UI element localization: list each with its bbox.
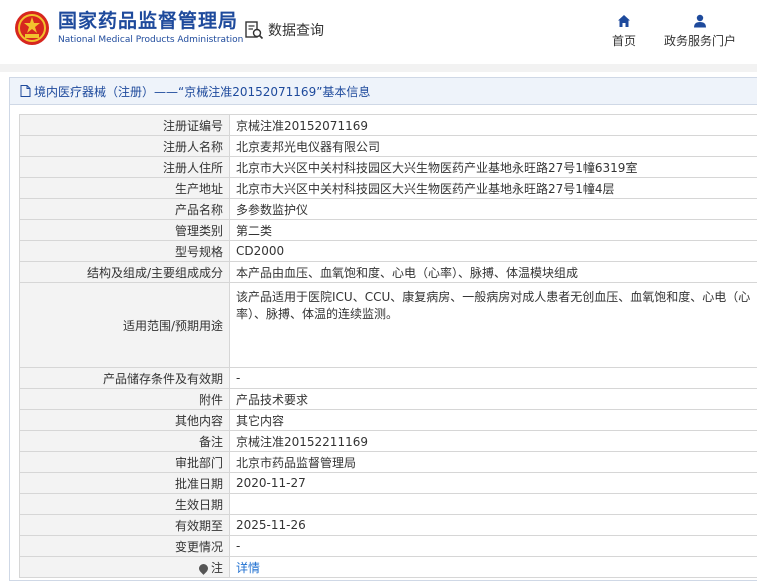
row-label: 附件 bbox=[19, 388, 230, 410]
logo-title-cn: 国家药品监督管理局 bbox=[58, 10, 239, 32]
nav-service-label: 政务服务门户 bbox=[663, 34, 736, 48]
table-row: 生效日期 bbox=[19, 493, 757, 515]
row-label: 有效期至 bbox=[19, 514, 230, 536]
table-row: 注 详情 bbox=[19, 556, 757, 578]
table-row: 变更情况 - bbox=[19, 535, 757, 557]
panel-title: 境内医疗器械（注册）——“京械注准20152071169”基本信息 bbox=[34, 84, 371, 99]
row-value: 北京市大兴区中关村科技园区大兴生物医药产业基地永旺路27号1幢4层 bbox=[229, 177, 757, 199]
row-value: 产品技术要求 bbox=[229, 388, 757, 410]
row-value: 北京市大兴区中关村科技园区大兴生物医药产业基地永旺路27号1幢6319室 bbox=[229, 156, 757, 178]
row-value: 京械注准20152071169 bbox=[229, 114, 757, 136]
row-label: 管理类别 bbox=[19, 219, 230, 241]
row-label: 备注 bbox=[19, 430, 230, 452]
row-label: 批准日期 bbox=[19, 472, 230, 494]
row-label: 生效日期 bbox=[19, 493, 230, 515]
row-value: 北京麦邦光电仪器有限公司 bbox=[229, 135, 757, 157]
row-label: 适用范围/预期用途 bbox=[19, 282, 230, 368]
row-value: - bbox=[229, 535, 757, 557]
document-search-icon bbox=[245, 21, 264, 40]
details-link[interactable]: 详情 bbox=[236, 561, 260, 575]
logo-title-en: National Medical Products Administration bbox=[58, 35, 244, 45]
row-value: 2025-11-26 bbox=[229, 514, 757, 536]
row-label: 其他内容 bbox=[19, 409, 230, 431]
table-row: 生产地址 北京市大兴区中关村科技园区大兴生物医药产业基地永旺路27号1幢4层 bbox=[19, 177, 757, 199]
table-row: 结构及组成/主要组成成分 本产品由血压、血氧饱和度、心电（心率）、脉搏、体温模块组… bbox=[19, 261, 757, 283]
table-row: 注册人住所 北京市大兴区中关村科技园区大兴生物医药产业基地永旺路27号1幢6319… bbox=[19, 156, 757, 178]
row-value: 2020-11-27 bbox=[229, 472, 757, 494]
table-row: 产品名称 多参数监护仪 bbox=[19, 198, 757, 220]
document-icon bbox=[20, 85, 31, 97]
row-label: 审批部门 bbox=[19, 451, 230, 473]
table-row: 注册证编号 京械注准20152071169 bbox=[19, 114, 757, 136]
note-value-cell: 详情 bbox=[229, 556, 757, 578]
row-value: 京械注准20152211169 bbox=[229, 430, 757, 452]
row-value: 第二类 bbox=[229, 219, 757, 241]
row-label: 产品名称 bbox=[19, 198, 230, 220]
table-row: 管理类别 第二类 bbox=[19, 219, 757, 241]
site-logo[interactable]: 国家药品监督管理局 National Medical Products Admi… bbox=[14, 10, 243, 46]
data-query-link[interactable]: 数据查询 bbox=[244, 20, 324, 40]
table-row: 备注 京械注准20152211169 bbox=[19, 430, 757, 452]
table-row: 其他内容 其它内容 bbox=[19, 409, 757, 431]
table-row: 有效期至 2025-11-26 bbox=[19, 514, 757, 536]
row-label: 型号规格 bbox=[19, 240, 230, 262]
table-row: 批准日期 2020-11-27 bbox=[19, 472, 757, 494]
nav-home-label: 首页 bbox=[611, 34, 636, 48]
national-emblem-icon bbox=[15, 11, 49, 45]
row-label: 结构及组成/主要组成成分 bbox=[19, 261, 230, 283]
row-label: 注册人住所 bbox=[19, 156, 230, 178]
row-value bbox=[229, 493, 757, 515]
row-value: 该产品适用于医院ICU、CCU、康复病房、一般病房对成人患者无创血压、血氧饱和度… bbox=[229, 282, 757, 368]
home-icon bbox=[618, 15, 630, 27]
note-label-cell: 注 bbox=[19, 556, 230, 578]
header-divider bbox=[0, 64, 757, 72]
table-row: 附件 产品技术要求 bbox=[19, 388, 757, 410]
row-value: 其它内容 bbox=[229, 409, 757, 431]
data-query-label: 数据查询 bbox=[268, 23, 324, 39]
row-label: 产品储存条件及有效期 bbox=[19, 367, 230, 389]
map-pin-icon bbox=[197, 561, 210, 575]
table-row: 注册人名称 北京麦邦光电仪器有限公司 bbox=[19, 135, 757, 157]
row-label: 生产地址 bbox=[19, 177, 230, 199]
table-row: 型号规格 CD2000 bbox=[19, 240, 757, 262]
row-value: 多参数监护仪 bbox=[229, 198, 757, 220]
row-value: CD2000 bbox=[229, 240, 757, 262]
table-row: 产品储存条件及有效期 - bbox=[19, 367, 757, 389]
device-info-table: 注册证编号 京械注准20152071169 注册人名称 北京麦邦光电仪器有限公司 注… bbox=[19, 114, 757, 578]
row-label: 变更情况 bbox=[19, 535, 230, 557]
row-value: - bbox=[229, 367, 757, 389]
nav-home[interactable]: 首页 bbox=[606, 14, 642, 49]
table-row: 适用范围/预期用途 该产品适用于医院ICU、CCU、康复病房、一般病房对成人患者无… bbox=[19, 282, 757, 368]
row-label: 注册人名称 bbox=[19, 135, 230, 157]
table-row: 审批部门 北京市药品监督管理局 bbox=[19, 451, 757, 473]
row-value: 北京市药品监督管理局 bbox=[229, 451, 757, 473]
nav-service-portal[interactable]: 政务服务门户 bbox=[660, 14, 740, 49]
row-value: 本产品由血压、血氧饱和度、心电（心率）、脉搏、体温模块组成 bbox=[229, 261, 757, 283]
detail-panel: 境内医疗器械（注册）——“京械注准20152071169”基本信息 注册证编号京… bbox=[9, 77, 757, 581]
user-icon bbox=[694, 14, 706, 28]
note-label: 注 bbox=[210, 560, 223, 575]
panel-title-bar: 境内医疗器械（注册）——“京械注准20152071169”基本信息 bbox=[10, 78, 757, 105]
row-label: 注册证编号 bbox=[19, 114, 230, 136]
site-header: 国家药品监督管理局 National Medical Products Admi… bbox=[0, 0, 757, 64]
